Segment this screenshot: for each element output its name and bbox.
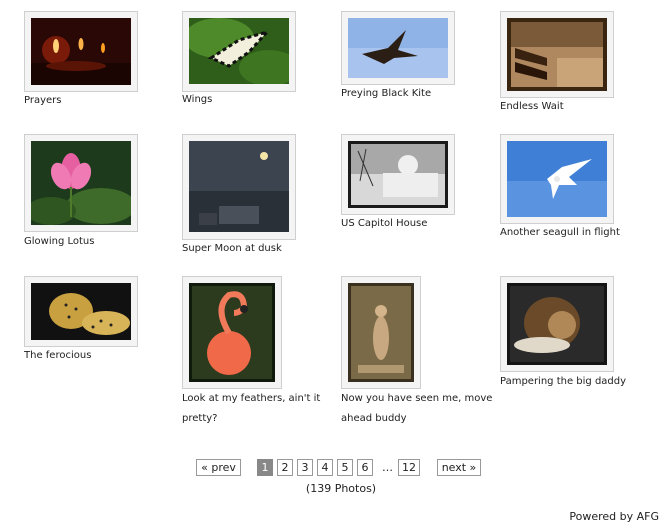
pagination-ellipsis: … [382, 461, 393, 474]
photo-thumbnail[interactable] [31, 283, 131, 340]
photo-caption: Wings [182, 94, 213, 105]
photo-thumbnail[interactable] [507, 283, 607, 365]
photo-thumbnail[interactable] [348, 283, 414, 382]
photo-thumbnail[interactable] [31, 141, 131, 225]
photo-thumbnail[interactable] [507, 141, 607, 217]
photo-gallery: Prayers Wings Preying Black Kite Endless… [0, 0, 672, 450]
photo-caption: Preying Black Kite [341, 88, 432, 99]
photo-caption: Endless Wait [500, 101, 564, 112]
photo-caption: US Capitol House [341, 218, 428, 229]
photo-thumbnail[interactable] [348, 141, 448, 208]
next-page-link[interactable]: next » [437, 459, 481, 476]
photo-caption: The ferocious [24, 350, 92, 361]
powered-by-credit: Powered by AFG [569, 510, 659, 523]
photo-thumbnail[interactable] [507, 18, 607, 91]
page-link[interactable]: 6 [357, 459, 373, 476]
page-link-current: 1 [257, 459, 273, 476]
photo-caption: Another seagull in flight [500, 227, 620, 238]
page-link[interactable]: 5 [337, 459, 353, 476]
photo-caption: Glowing Lotus [24, 236, 95, 247]
page-link[interactable]: 2 [277, 459, 293, 476]
page-link[interactable]: 3 [297, 459, 313, 476]
photo-caption: Now you have seen me, move ahead buddy [341, 393, 493, 424]
photo-thumbnail[interactable] [189, 141, 289, 232]
photo-thumbnail[interactable] [348, 18, 448, 78]
photo-caption: Look at my feathers, ain't it pretty? [182, 393, 321, 424]
page-link-last[interactable]: 12 [398, 459, 420, 476]
photo-thumbnail[interactable] [189, 18, 289, 84]
photo-thumbnail[interactable] [189, 283, 275, 382]
photo-caption: Pampering the big daddy [500, 376, 627, 387]
page-link[interactable]: 4 [317, 459, 333, 476]
photo-count: (139 Photos) [305, 482, 377, 495]
photo-caption: Prayers [24, 95, 62, 106]
prev-page-link[interactable]: « prev [196, 459, 241, 476]
photo-caption: Super Moon at dusk [182, 243, 282, 254]
photo-thumbnail[interactable] [31, 18, 131, 85]
